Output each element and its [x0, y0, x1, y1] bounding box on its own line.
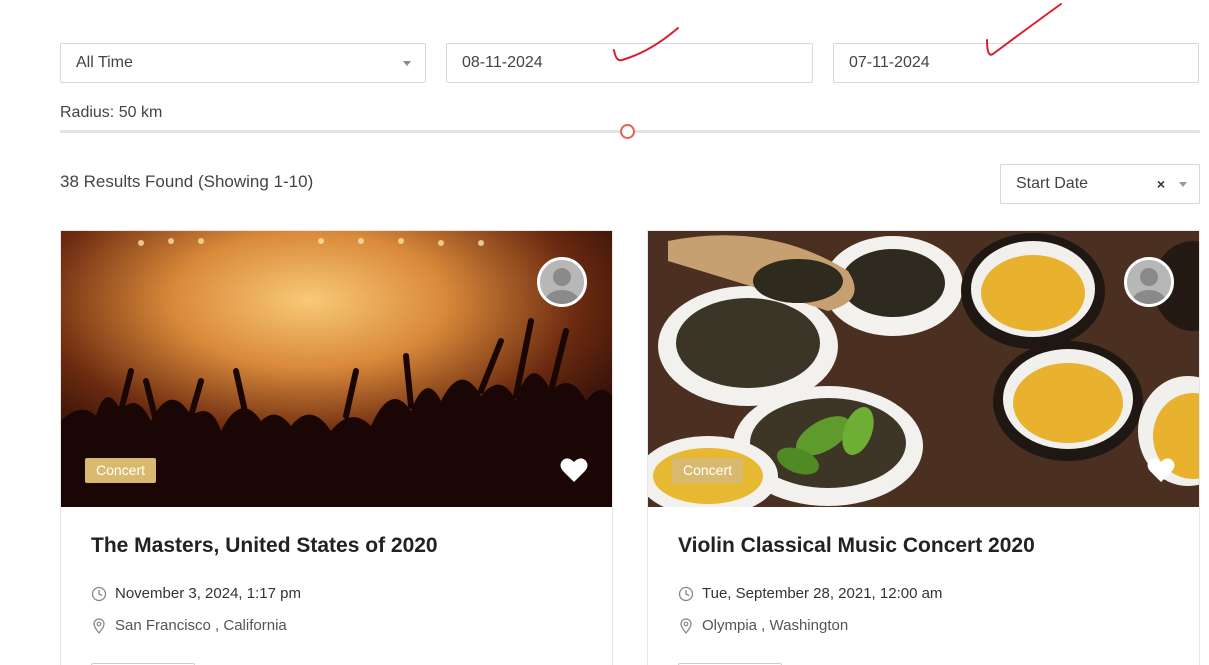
annotation-checkmark-2: [986, 3, 1062, 56]
clock-icon: [678, 586, 694, 601]
map-pin-icon: [93, 617, 105, 634]
event-title[interactable]: Violin Classical Music Concert 2020: [678, 534, 1035, 558]
results-summary: 38 Results Found (Showing 1-10): [60, 172, 314, 191]
avatar[interactable]: [537, 257, 587, 307]
event-card[interactable]: Concert Violin Classical Music Concert 2…: [647, 230, 1200, 665]
sort-select[interactable]: Start Date ×: [1000, 164, 1200, 204]
radius-label: Radius: 50 km: [60, 104, 163, 121]
clock-icon: [91, 586, 107, 601]
avatar[interactable]: [1124, 257, 1174, 307]
event-location: San Francisco , California: [91, 617, 287, 634]
category-badge[interactable]: Concert: [85, 458, 157, 483]
event-date: Tue, September 28, 2021, 12:00 am: [678, 585, 942, 602]
heart-icon[interactable]: [1147, 457, 1175, 483]
event-title[interactable]: The Masters, United States of 2020: [91, 534, 438, 558]
event-date: November 3, 2024, 1:17 pm: [91, 585, 301, 602]
event-location-text: Olympia , Washington: [702, 617, 849, 634]
map-pin-icon: [680, 617, 692, 634]
radius-slider-handle[interactable]: [620, 124, 635, 139]
sort-value: Start Date: [1016, 175, 1089, 192]
annotation-checkmark-1: [613, 27, 679, 62]
event-location-text: San Francisco , California: [115, 617, 287, 634]
chevron-down-icon: [403, 61, 411, 66]
category-badge[interactable]: Concert: [672, 458, 744, 483]
time-filter-select[interactable]: All Time: [60, 43, 426, 83]
event-location: Olympia , Washington: [678, 617, 848, 634]
event-card[interactable]: Concert The Masters, United States of 20…: [60, 230, 613, 665]
event-date-text: November 3, 2024, 1:17 pm: [115, 585, 301, 602]
chevron-down-icon[interactable]: [1179, 182, 1187, 187]
end-date-value: 07-11-2024: [849, 54, 930, 71]
event-date-text: Tue, September 28, 2021, 12:00 am: [702, 585, 943, 602]
time-filter-value: All Time: [76, 54, 133, 71]
clear-icon[interactable]: ×: [1157, 165, 1165, 203]
heart-icon[interactable]: [560, 457, 588, 483]
start-date-value: 08-11-2024: [462, 54, 543, 71]
